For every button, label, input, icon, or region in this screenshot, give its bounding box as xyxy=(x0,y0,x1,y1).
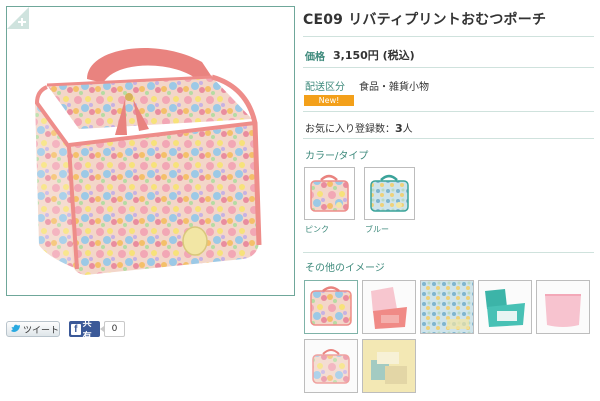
twitter-bird-icon xyxy=(11,324,20,332)
thumbnail-6[interactable] xyxy=(304,339,358,393)
color-type-heading: カラー/タイプ xyxy=(305,151,369,162)
favorites-unit: 人 xyxy=(402,124,413,135)
favorites-count: 3 xyxy=(395,122,403,135)
thumbnail-image xyxy=(537,281,589,333)
thumbnail-image xyxy=(363,340,415,392)
favorites-count-line: お気に入り登録数：3人 xyxy=(305,120,413,135)
facebook-f-icon: f xyxy=(71,323,81,335)
price-label: 価格 xyxy=(305,52,325,63)
thumbnail-1[interactable] xyxy=(304,280,358,334)
thumbnail-image xyxy=(310,286,352,326)
thumbnail-image xyxy=(479,281,531,333)
facebook-share-button[interactable]: f 共有 xyxy=(69,319,100,342)
facebook-share-label: 共有 xyxy=(82,319,92,342)
color-option-pink-label[interactable]: ピンク xyxy=(305,224,329,235)
thumbnail-5[interactable] xyxy=(536,280,590,334)
thumbnail-3[interactable] xyxy=(420,280,474,334)
thumbnail-image xyxy=(421,281,473,333)
pink-pouch-thumbnail xyxy=(310,174,349,212)
color-option-blue-label[interactable]: ブルー xyxy=(365,224,389,235)
tweet-button[interactable]: ツイート xyxy=(6,321,60,337)
zoom-plus-icon[interactable] xyxy=(7,7,29,29)
divider xyxy=(303,67,594,68)
color-option-pink[interactable] xyxy=(304,167,355,220)
floral-pouch-illustration xyxy=(34,47,262,275)
new-badge: New! xyxy=(304,95,354,106)
thumbnail-image xyxy=(363,281,415,333)
thumbnail-7[interactable] xyxy=(362,339,416,393)
thumbnail-image xyxy=(305,340,357,392)
favorites-label: お気に入り登録数： xyxy=(305,124,395,135)
thumbnail-2[interactable] xyxy=(362,280,416,334)
color-option-blue[interactable] xyxy=(364,167,415,220)
other-images-heading: その他のイメージ xyxy=(305,263,385,274)
blue-pouch-thumbnail xyxy=(370,174,409,212)
product-title: CE09 リバティプリントおむつポーチ xyxy=(303,12,547,28)
price-value: 3,150円 (税込) xyxy=(333,49,415,62)
divider xyxy=(303,111,594,112)
shipping-label: 配送区分 xyxy=(305,82,345,93)
shipping-value: 食品・雑貨小物 xyxy=(359,82,429,93)
divider xyxy=(303,36,594,37)
tweet-label: ツイート xyxy=(23,325,60,336)
facebook-share-count: 0 xyxy=(100,321,125,337)
main-product-image[interactable] xyxy=(6,6,295,296)
divider xyxy=(303,138,594,139)
thumbnail-4[interactable] xyxy=(478,280,532,334)
divider xyxy=(303,252,594,253)
